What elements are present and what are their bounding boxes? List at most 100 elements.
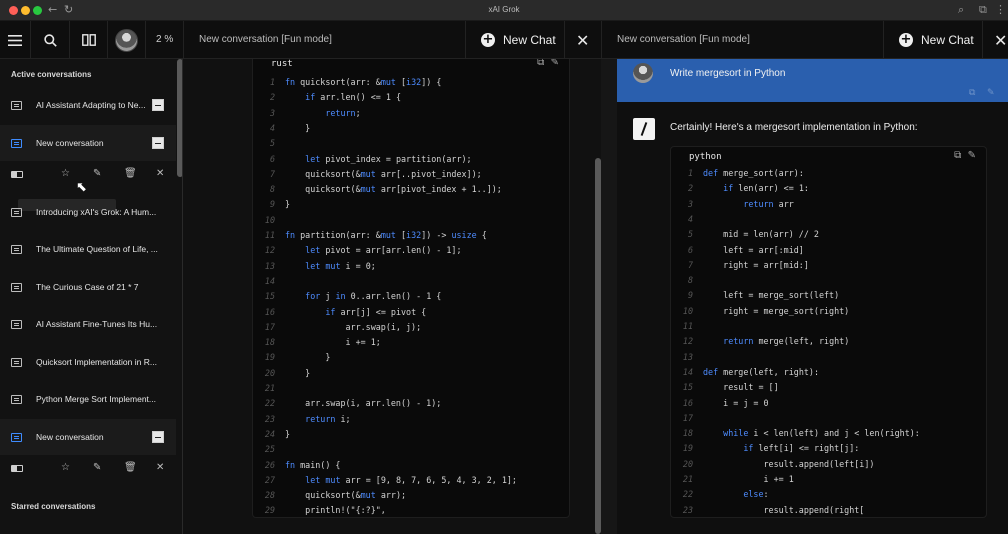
code-text: fn quicksort(arr: &mut [i32]) { <box>285 77 442 87</box>
line-number: 11 <box>682 321 693 331</box>
code-line: 22 else: <box>671 487 769 502</box>
sidebar-item-conversation[interactable]: Python Merge Sort Implement... <box>0 381 176 417</box>
code-line: 11 <box>671 319 703 334</box>
new-chat-button-right[interactable]: + New Chat <box>899 21 974 59</box>
split-view-icon[interactable] <box>70 21 107 59</box>
code-text: arr.swap(i, arr.len() - 1); <box>285 398 442 409</box>
code-line: 15 result = [] <box>671 380 779 395</box>
more-icon[interactable]: ⋮ <box>995 3 1006 16</box>
code-line: 10 right = merge_sort(right) <box>671 304 849 319</box>
sidebar-item-conversation[interactable]: The Curious Case of 21 * 7 <box>0 269 176 305</box>
pencil-icon[interactable]: ✎ <box>968 150 976 161</box>
sidebar-item-label: New conversation <box>36 432 104 442</box>
close-icon[interactable]: ✕ <box>156 168 164 179</box>
copy-icon[interactable]: ⧉ <box>537 59 544 68</box>
line-number: 22 <box>264 398 275 409</box>
line-number: 16 <box>264 306 275 317</box>
code-line: 18 while i < len(left) and j < len(right… <box>671 426 920 441</box>
right-conversation-pane: Write mergesort in Python ⧉ ✎ Certainly!… <box>617 59 1008 534</box>
sidebar-item-conversation[interactable]: AI Assistant Adapting to Ne... <box>0 87 176 123</box>
line-number: 2 <box>687 183 693 194</box>
edit-icon[interactable]: ✎ <box>93 168 101 179</box>
code-language-label: rust <box>271 59 293 69</box>
code-text: left = arr[:mid] <box>703 244 804 255</box>
sidebar-item-conversation[interactable]: New conversation <box>0 419 176 455</box>
line-number: 19 <box>682 443 693 454</box>
code-text: return i; <box>305 413 351 424</box>
edit-icon[interactable]: ✎ <box>93 462 101 473</box>
chat-icon <box>11 319 22 329</box>
code-text: println!("{:?}", <box>285 505 386 516</box>
minus-icon[interactable] <box>152 137 164 149</box>
star-icon[interactable]: ☆ <box>61 168 70 179</box>
window-minimize-button[interactable] <box>21 6 30 15</box>
code-line: 6 let pivot_index = partition(arr); <box>253 152 472 167</box>
code-text: result.append(left[i]) <box>703 458 875 469</box>
copy-icon[interactable]: ⧉ <box>954 150 961 161</box>
star-icon[interactable]: ☆ <box>61 462 70 473</box>
minus-icon[interactable] <box>152 99 164 111</box>
line-number: 14 <box>264 275 275 286</box>
sidebar-item-conversation[interactable]: New conversation <box>0 125 176 161</box>
line-number: 10 <box>682 305 693 316</box>
toggle-icon[interactable] <box>11 171 23 178</box>
chat-icon <box>11 432 22 442</box>
user-message: Write mergesort in Python ⧉ ✎ <box>617 59 1008 102</box>
window-zoom-button[interactable] <box>33 6 42 15</box>
sidebar-item-label: The Curious Case of 21 * 7 <box>36 282 139 292</box>
line-number: 1 <box>269 77 275 87</box>
pencil-icon[interactable]: ✎ <box>551 59 559 68</box>
code-line: 20 result.append(left[i]) <box>671 457 875 472</box>
line-number: 27 <box>264 474 275 485</box>
code-line: 16 if arr[j] <= pivot { <box>253 305 426 320</box>
new-chat-button-left[interactable]: + New Chat <box>481 21 556 59</box>
plus-circle-icon: + <box>481 32 495 47</box>
code-text: if arr[j] <= pivot { <box>325 306 427 317</box>
window-title: xAI Grok <box>488 5 520 14</box>
search-icon[interactable]: ⌕ <box>958 3 964 17</box>
code-text: let mut arr = [9, 8, 7, 6, 5, 4, 3, 2, 1… <box>305 474 517 485</box>
assistant-message-text: Certainly! Here's a mergesort implementa… <box>670 122 918 133</box>
line-number: 2 <box>269 92 275 103</box>
sidebar-item-conversation[interactable]: Quicksort Implementation in R... <box>0 344 176 380</box>
back-arrow-icon[interactable]: ← <box>48 3 57 16</box>
line-number: 13 <box>682 351 693 362</box>
line-number: 18 <box>682 428 693 439</box>
close-icon[interactable]: ✕ <box>156 462 164 473</box>
code-line: 19 if left[i] <= right[j]: <box>671 441 859 456</box>
trash-icon[interactable]: 🗑 <box>124 168 137 179</box>
line-number: 5 <box>269 138 275 149</box>
copy-icon[interactable]: ⧉ <box>969 88 975 98</box>
code-line: 24} <box>253 427 290 442</box>
code-text: quicksort(&mut arr); <box>285 490 407 501</box>
code-line: 23 return i; <box>253 412 351 427</box>
edit-icon[interactable]: ✎ <box>987 88 995 98</box>
search-icon[interactable] <box>31 21 69 59</box>
avatar[interactable] <box>115 29 138 52</box>
toggle-icon[interactable] <box>11 465 23 472</box>
code-line: 7 right = arr[mid:] <box>671 258 809 273</box>
sidebar-item-conversation[interactable]: The Ultimate Question of Life, ... <box>0 231 176 267</box>
code-tools: ⧉ ✎ <box>954 150 976 161</box>
code-text: for j in 0..arr.len() - 1 { <box>305 291 442 302</box>
code-line: 10 <box>253 213 285 228</box>
code-text: i = j = 0 <box>703 397 769 408</box>
reload-icon[interactable]: ↻ <box>64 3 73 16</box>
code-line: 27 let mut arr = [9, 8, 7, 6, 5, 4, 3, 2… <box>253 473 517 488</box>
line-number: 18 <box>264 337 275 348</box>
sidebar-item-conversation[interactable]: AI Assistant Fine-Tunes Its Hu... <box>0 306 176 342</box>
line-number: 6 <box>269 153 275 164</box>
line-number: 20 <box>682 458 693 469</box>
menu-icon[interactable] <box>0 21 30 59</box>
code-line: 29 println!("{:?}", <box>253 503 386 517</box>
sidebar-item-conversation[interactable]: Introducing xAI's Grok: A Hum... <box>0 194 176 230</box>
code-line: 20 } <box>253 366 310 381</box>
code-text: if len(arr) <= 1: <box>723 183 809 194</box>
trash-icon[interactable]: 🗑 <box>124 462 137 473</box>
window-close-button[interactable] <box>9 6 18 15</box>
close-pane-left-button[interactable]: ✕ <box>576 21 589 59</box>
close-pane-right-button[interactable]: ✕ <box>994 21 1007 59</box>
minus-icon[interactable] <box>152 431 164 443</box>
code-line: 2 if arr.len() <= 1 { <box>253 90 401 105</box>
extensions-icon[interactable]: ⧉ <box>979 3 987 17</box>
